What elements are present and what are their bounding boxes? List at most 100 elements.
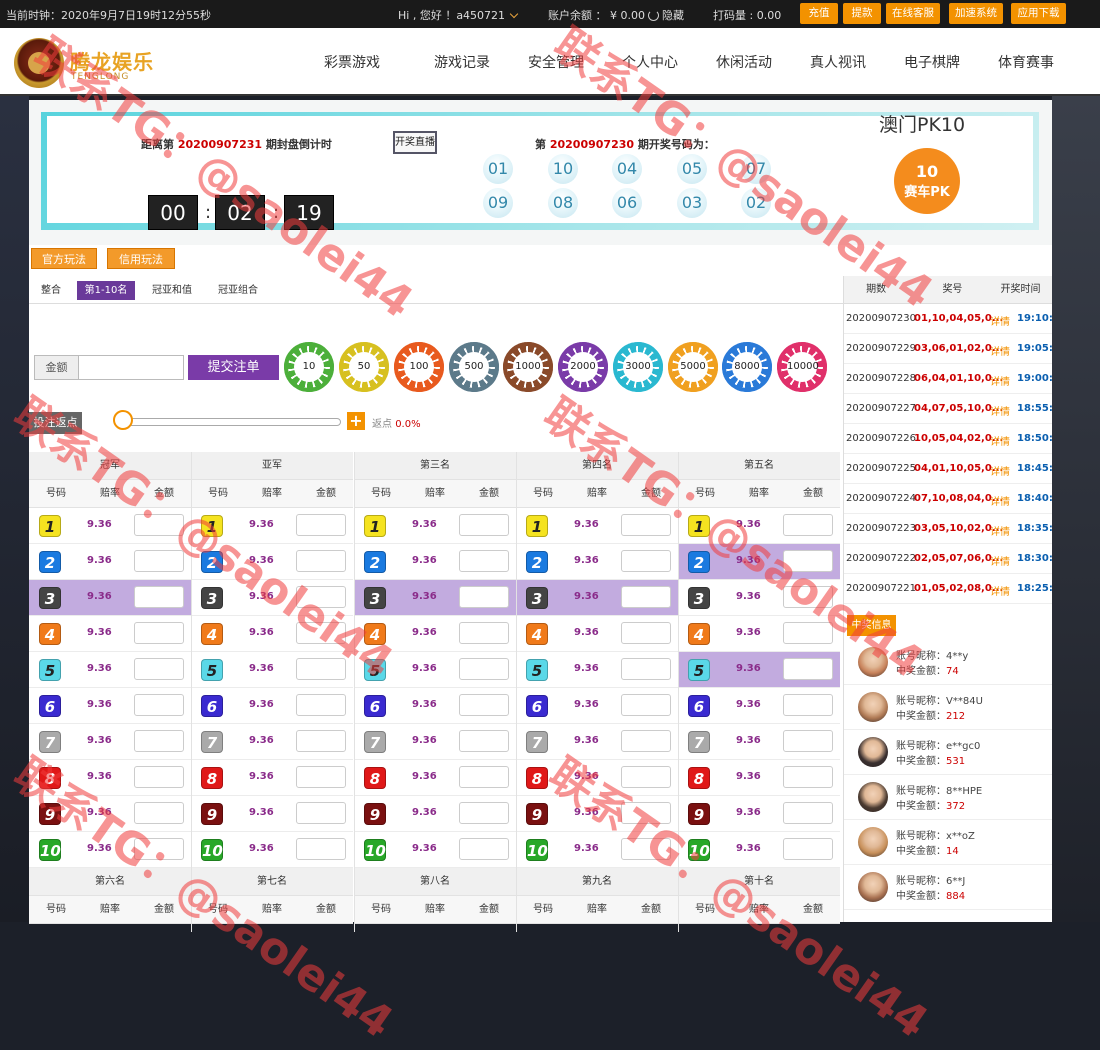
withdraw-button[interactable]: 提款 — [843, 3, 881, 24]
app-download-button[interactable]: 应用下载 — [1011, 3, 1066, 24]
bet-row[interactable]: 6 9.36 — [191, 688, 353, 724]
bet-amount-input[interactable] — [459, 838, 509, 860]
bet-amount-input[interactable] — [296, 550, 346, 572]
bet-amount-input[interactable] — [783, 766, 833, 788]
bet-row[interactable]: 7 9.36 — [354, 724, 516, 760]
bet-row[interactable]: 9 9.36 — [191, 796, 353, 832]
bet-amount-input[interactable] — [783, 730, 833, 752]
bet-row[interactable]: 9 9.36 — [516, 796, 678, 832]
bet-row[interactable]: 10 9.36 — [29, 832, 191, 868]
bet-amount-input[interactable] — [134, 730, 184, 752]
history-detail-link[interactable]: 详情 — [990, 553, 1010, 568]
tab-combo[interactable]: 冠亚组合 — [209, 281, 267, 300]
bet-amount-input[interactable] — [783, 550, 833, 572]
bet-amount-input[interactable] — [459, 694, 509, 716]
bet-amount-input[interactable] — [296, 730, 346, 752]
bet-amount-input[interactable] — [134, 802, 184, 824]
bet-amount-input[interactable] — [296, 622, 346, 644]
credit-mode-button[interactable]: 信用玩法 — [107, 248, 175, 269]
bet-row[interactable]: 10 9.36 — [678, 832, 840, 868]
chip-1000[interactable]: 1000 — [503, 342, 553, 392]
bet-amount-input[interactable] — [296, 766, 346, 788]
bet-row[interactable]: 7 9.36 — [516, 724, 678, 760]
bet-amount-input[interactable] — [459, 802, 509, 824]
bet-amount-input[interactable] — [459, 658, 509, 680]
nav-live-casino[interactable]: 真人视讯 — [810, 52, 866, 72]
bet-row[interactable]: 6 9.36 — [354, 688, 516, 724]
chip-10[interactable]: 10 — [284, 342, 334, 392]
chip-5000[interactable]: 5000 — [668, 342, 718, 392]
bet-row[interactable]: 8 9.36 — [516, 760, 678, 796]
hide-balance-link[interactable]: 隐藏 — [662, 9, 684, 22]
history-detail-link[interactable]: 详情 — [990, 313, 1010, 328]
bet-row[interactable]: 10 9.36 — [516, 832, 678, 868]
tab-rank-1-10[interactable]: 第1-10名 — [77, 281, 135, 300]
bet-row[interactable]: 6 9.36 — [516, 688, 678, 724]
site-logo[interactable]: 腾龙娱乐 TENGLONG — [14, 36, 164, 88]
bet-row[interactable]: 1 9.36 — [29, 508, 191, 544]
bet-amount-input[interactable] — [621, 586, 671, 608]
tab-all[interactable]: 整合 — [33, 281, 69, 300]
support-button[interactable]: 在线客服 — [886, 3, 940, 24]
bet-row[interactable]: 6 9.36 — [29, 688, 191, 724]
chip-50[interactable]: 50 — [339, 342, 389, 392]
amount-field[interactable]: 金额 — [34, 355, 184, 380]
bet-row[interactable]: 2 9.36 — [678, 544, 840, 580]
rebate-button[interactable]: 投注返点 — [29, 412, 82, 434]
bet-amount-input[interactable] — [621, 622, 671, 644]
chip-8000[interactable]: 8000 — [722, 342, 772, 392]
bet-amount-input[interactable] — [621, 658, 671, 680]
bet-row[interactable]: 2 9.36 — [191, 544, 353, 580]
bet-amount-input[interactable] — [134, 514, 184, 536]
bet-row[interactable]: 10 9.36 — [191, 832, 353, 868]
deposit-button[interactable]: 充值 — [800, 3, 838, 24]
bet-amount-input[interactable] — [134, 766, 184, 788]
nav-chess-cards[interactable]: 电子棋牌 — [904, 52, 960, 72]
nav-user-center[interactable]: 个人中心 — [622, 52, 678, 72]
bet-amount-input[interactable] — [783, 838, 833, 860]
refresh-icon[interactable] — [647, 10, 659, 21]
bet-row[interactable]: 2 9.36 — [354, 544, 516, 580]
rebate-slider[interactable] — [125, 418, 341, 426]
bet-row[interactable]: 3 9.36 — [678, 580, 840, 616]
bet-row[interactable]: 5 9.36 — [191, 652, 353, 688]
bet-amount-input[interactable] — [134, 838, 184, 860]
bet-row[interactable]: 2 9.36 — [29, 544, 191, 580]
bet-row[interactable]: 4 9.36 — [678, 616, 840, 652]
bet-row[interactable]: 1 9.36 — [678, 508, 840, 544]
bet-amount-input[interactable] — [296, 802, 346, 824]
bet-row[interactable]: 4 9.36 — [516, 616, 678, 652]
bet-row[interactable]: 2 9.36 — [516, 544, 678, 580]
bet-row[interactable]: 5 9.36 — [354, 652, 516, 688]
history-detail-link[interactable]: 详情 — [990, 433, 1010, 448]
bet-row[interactable]: 7 9.36 — [678, 724, 840, 760]
bet-amount-input[interactable] — [621, 838, 671, 860]
chip-500[interactable]: 500 — [449, 342, 499, 392]
bet-row[interactable]: 1 9.36 — [191, 508, 353, 544]
bet-row[interactable]: 5 9.36 — [516, 652, 678, 688]
history-detail-link[interactable]: 详情 — [990, 493, 1010, 508]
history-detail-link[interactable]: 详情 — [990, 463, 1010, 478]
chip-2000[interactable]: 2000 — [558, 342, 608, 392]
bet-amount-input[interactable] — [783, 622, 833, 644]
official-mode-button[interactable]: 官方玩法 — [31, 248, 97, 269]
bet-amount-input[interactable] — [783, 586, 833, 608]
bet-amount-input[interactable] — [621, 766, 671, 788]
bet-row[interactable]: 10 9.36 — [354, 832, 516, 868]
bet-row[interactable]: 4 9.36 — [191, 616, 353, 652]
bet-row[interactable]: 7 9.36 — [29, 724, 191, 760]
live-draw-button[interactable]: 开奖直播 — [393, 131, 437, 154]
bet-row[interactable]: 5 9.36 — [678, 652, 840, 688]
bet-amount-input[interactable] — [296, 586, 346, 608]
bet-amount-input[interactable] — [621, 550, 671, 572]
history-detail-link[interactable]: 详情 — [990, 583, 1010, 598]
nav-security[interactable]: 安全管理 — [528, 52, 584, 72]
bet-amount-input[interactable] — [621, 514, 671, 536]
chip-10000[interactable]: 10000 — [777, 342, 827, 392]
tab-sum[interactable]: 冠亚和值 — [143, 281, 201, 300]
bet-amount-input[interactable] — [296, 658, 346, 680]
bet-row[interactable]: 8 9.36 — [678, 760, 840, 796]
history-detail-link[interactable]: 详情 — [990, 343, 1010, 358]
bet-amount-input[interactable] — [783, 694, 833, 716]
history-detail-link[interactable]: 详情 — [990, 403, 1010, 418]
